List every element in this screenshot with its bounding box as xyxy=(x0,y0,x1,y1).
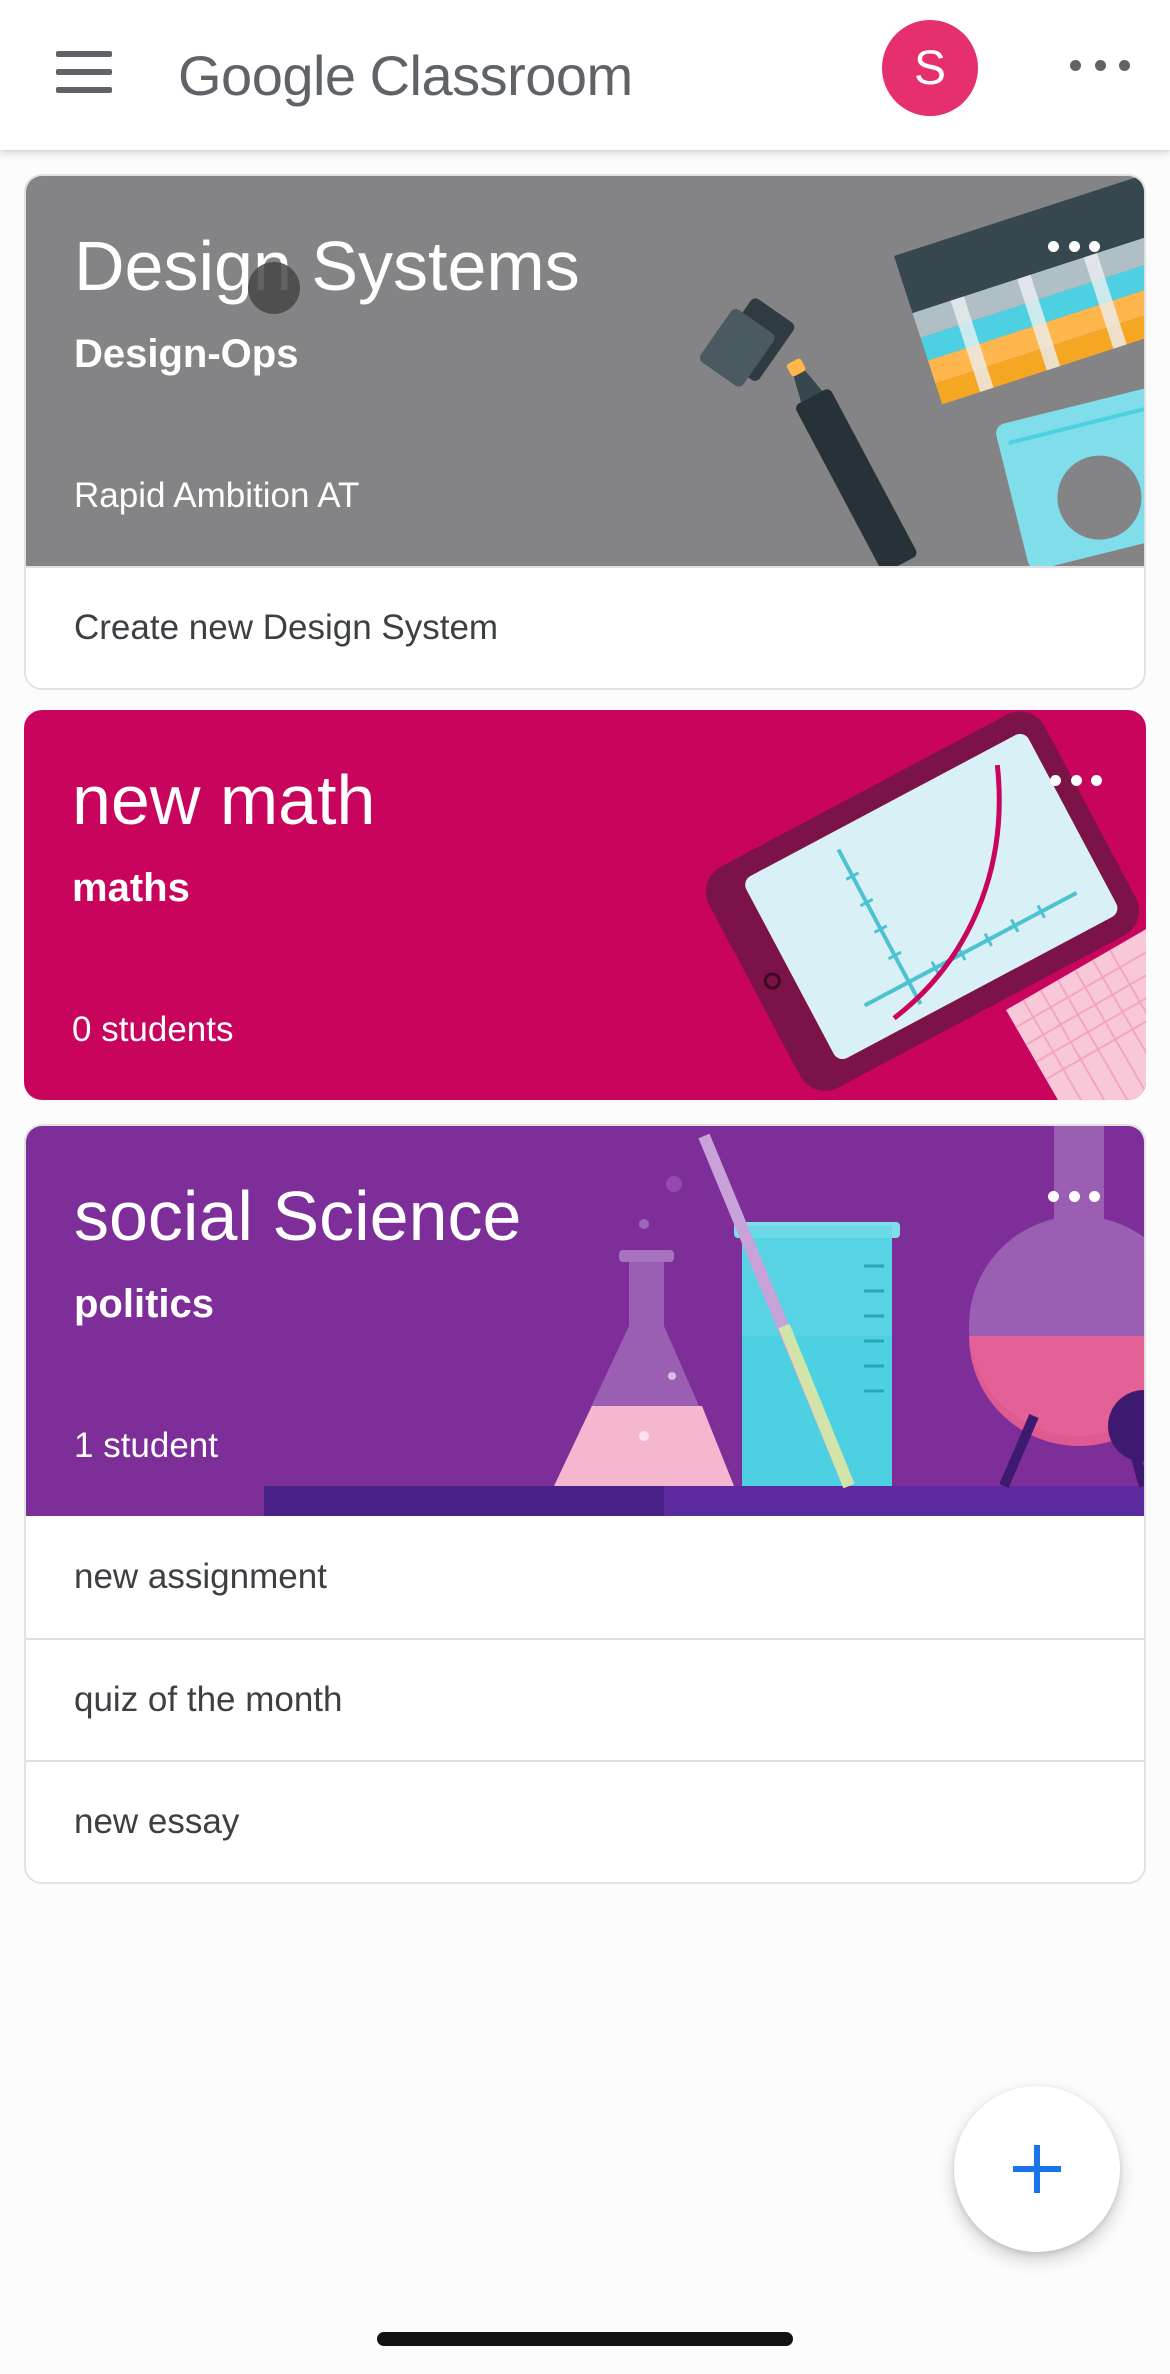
create-join-class-button[interactable] xyxy=(954,2086,1120,2252)
upcoming-work-item[interactable]: new assignment xyxy=(26,1516,1144,1638)
class-student-count: 0 students xyxy=(72,1010,234,1049)
class-title: new math xyxy=(72,761,376,839)
plus-icon xyxy=(1013,2145,1061,2193)
touch-indicator xyxy=(248,262,300,314)
class-more-icon[interactable] xyxy=(1048,1188,1100,1204)
design-tools-illustration xyxy=(699,176,1144,566)
class-title: Design Systems xyxy=(74,227,580,305)
class-banner[interactable]: new math maths 0 students xyxy=(24,710,1146,1100)
class-teacher: Rapid Ambition AT xyxy=(74,476,360,515)
menu-icon[interactable] xyxy=(50,45,120,105)
class-section: politics xyxy=(74,1282,215,1326)
class-banner[interactable]: Design Systems Design-Ops Rapid Ambition… xyxy=(26,176,1144,566)
class-student-count: 1 student xyxy=(74,1426,218,1465)
app-bar: Google Classroom S xyxy=(0,0,1170,150)
class-section: Design-Ops xyxy=(74,332,299,376)
class-title: social Science xyxy=(74,1177,522,1255)
brand-google: Google xyxy=(178,43,356,107)
class-banner[interactable]: social Science politics 1 student xyxy=(26,1126,1144,1516)
class-card-design-systems: Design Systems Design-Ops Rapid Ambition… xyxy=(24,174,1146,690)
class-card-social-science: social Science politics 1 student new as… xyxy=(24,1124,1146,1884)
tablet-graph-illustration xyxy=(705,711,1146,1100)
classroom-home-screen: Google Classroom S Design Systems Design… xyxy=(0,0,1170,2374)
upcoming-work-item[interactable]: quiz of the month xyxy=(26,1638,1144,1760)
home-indicator[interactable] xyxy=(377,2332,793,2346)
class-section: maths xyxy=(72,866,190,910)
brand-classroom: Classroom xyxy=(369,43,634,107)
upcoming-work-item[interactable]: Create new Design System xyxy=(26,566,1144,688)
class-more-icon[interactable] xyxy=(1050,772,1102,788)
class-card-new-math: new math maths 0 students xyxy=(24,710,1146,1100)
app-logo: Google Classroom xyxy=(178,30,633,120)
class-more-icon[interactable] xyxy=(1048,238,1100,254)
account-avatar[interactable]: S xyxy=(882,20,978,116)
upcoming-work-item[interactable]: new essay xyxy=(26,1760,1144,1882)
more-options-icon[interactable] xyxy=(1070,50,1130,80)
